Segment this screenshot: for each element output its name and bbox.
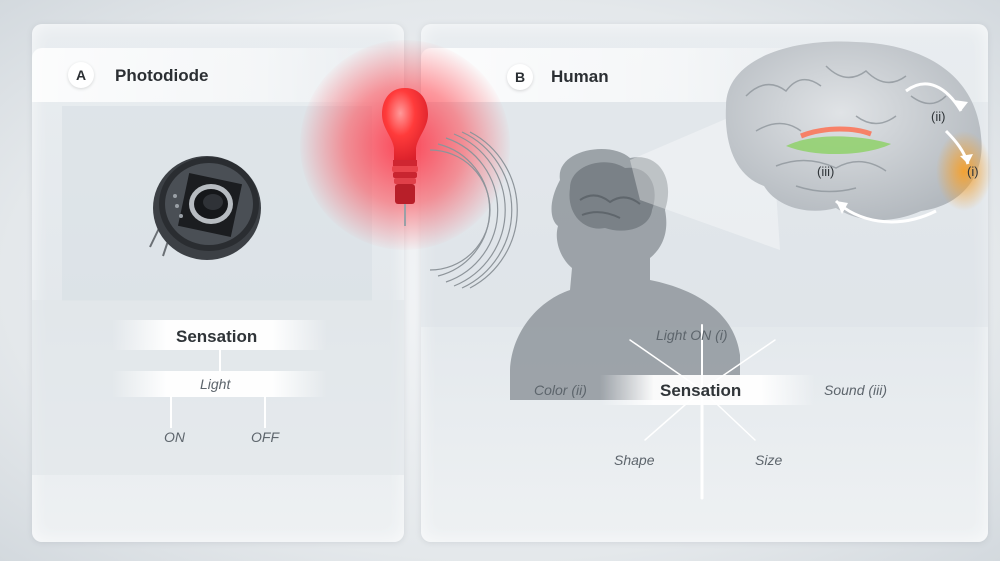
brain-label-ii: (ii): [931, 109, 946, 124]
connector: [219, 350, 221, 372]
connector: [170, 396, 172, 428]
brain-icon: [725, 41, 992, 224]
panel-a-badge: A: [68, 62, 94, 88]
off-label: OFF: [251, 429, 279, 445]
photodiode-icon: [149, 156, 261, 260]
panel-b-title: Human: [551, 67, 609, 86]
size-label: Size: [755, 452, 783, 468]
sound-label: Sound (iii): [824, 382, 888, 398]
color-label: Color (ii): [534, 382, 587, 398]
panel-b-badge: B: [507, 64, 533, 90]
panel-a-title: Photodiode: [115, 66, 209, 85]
connector: [264, 396, 266, 428]
shape-label: Shape: [614, 452, 655, 468]
light-on-label: Light ON (i): [656, 327, 728, 343]
sensation-starburst: [629, 324, 776, 500]
sensation-label-b: Sensation: [660, 381, 742, 400]
sensation-label-a: Sensation: [176, 327, 258, 346]
on-label: ON: [164, 429, 185, 445]
brain-label-iii: (iii): [817, 164, 835, 179]
light-label: Light: [200, 376, 231, 392]
brain-label-i: (i): [967, 164, 979, 179]
